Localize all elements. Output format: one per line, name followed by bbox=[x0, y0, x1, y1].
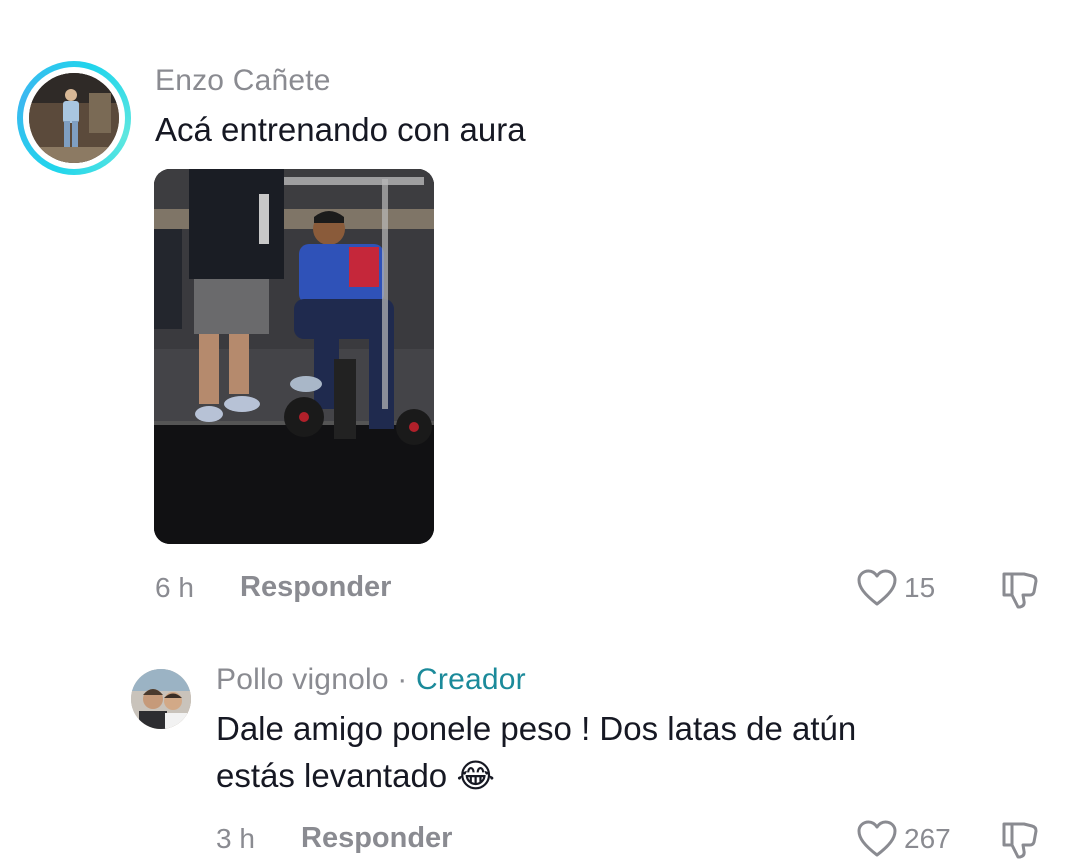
like-count: 267 bbox=[904, 823, 951, 854]
comment-photo[interactable] bbox=[154, 169, 434, 544]
reply-button[interactable]: Responder bbox=[301, 822, 452, 855]
comment-text-line-2: estás levantado 😂 bbox=[216, 752, 856, 799]
comment-text: Acá entrenando con aura bbox=[155, 111, 526, 148]
avatar bbox=[29, 73, 119, 163]
comment-text-line: Dale amigo ponele peso ! Dos latas de at… bbox=[216, 710, 857, 747]
comment-text-line: estás levantado bbox=[216, 757, 448, 794]
avatar[interactable] bbox=[131, 669, 191, 729]
heart-outline-icon bbox=[856, 819, 898, 859]
heart-outline-icon bbox=[856, 568, 898, 608]
comment-timestamp: 3 h bbox=[216, 823, 255, 854]
reply-button[interactable]: Responder bbox=[240, 571, 391, 604]
comment-username-line: Pollo vignolo · Creador bbox=[216, 663, 526, 697]
like-count: 15 bbox=[904, 572, 936, 603]
thumbs-down-icon[interactable] bbox=[998, 818, 1042, 862]
avatar-story-ring[interactable] bbox=[17, 61, 131, 175]
comment-username[interactable]: Pollo vignolo bbox=[216, 663, 389, 696]
like-button[interactable]: 15 bbox=[856, 568, 935, 608]
comment-username[interactable]: Enzo Cañete bbox=[155, 64, 331, 98]
comment-timestamp: 6 h bbox=[155, 572, 194, 603]
like-button[interactable]: 267 bbox=[856, 819, 951, 859]
creator-badge: Creador bbox=[416, 663, 526, 696]
separator-dot: · bbox=[397, 663, 408, 696]
thumbs-down-icon[interactable] bbox=[998, 568, 1042, 612]
comment-text: Dale amigo ponele peso ! Dos latas de at… bbox=[216, 705, 856, 799]
tears-of-joy-emoji-icon: 😂 bbox=[456, 757, 495, 794]
